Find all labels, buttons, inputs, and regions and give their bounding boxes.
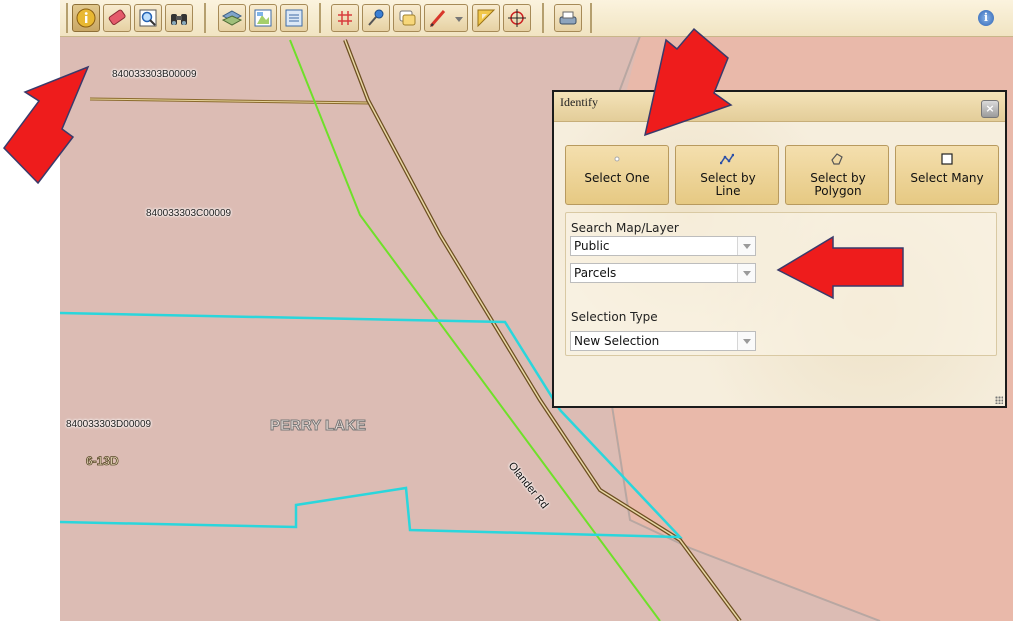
parcel-label: 840033303C00009 xyxy=(146,208,232,219)
point-icon xyxy=(566,152,668,166)
grid-button[interactable] xyxy=(331,4,359,32)
map-toolbar xyxy=(60,0,1013,37)
layers-icon xyxy=(221,10,243,26)
line-icon xyxy=(676,152,778,166)
selection-type-label: Selection Type xyxy=(571,310,658,324)
selection-type-value: New Selection xyxy=(574,334,660,348)
map-select[interactable]: Public xyxy=(570,236,756,256)
print-icon xyxy=(559,11,577,25)
parcel-label: 840033303D00009 xyxy=(66,419,152,430)
chevron-down-icon[interactable] xyxy=(737,264,755,282)
crosshair-icon xyxy=(508,9,526,27)
locate-button[interactable] xyxy=(503,4,531,32)
note-button[interactable] xyxy=(393,4,421,32)
select-many-button[interactable]: Select Many xyxy=(895,145,999,205)
table-icon xyxy=(285,9,303,27)
layers-button[interactable] xyxy=(218,4,246,32)
eraser-icon xyxy=(108,9,126,26)
legend-button[interactable] xyxy=(249,4,277,32)
pushpin-icon xyxy=(368,9,384,26)
toolbar-separator xyxy=(204,3,206,33)
pushpin-button[interactable] xyxy=(362,4,390,32)
select-by-polygon-button[interactable]: Select by Polygon xyxy=(785,145,889,205)
chevron-down-icon[interactable] xyxy=(737,237,755,255)
pen-icon xyxy=(429,10,446,27)
table-button[interactable] xyxy=(280,4,308,32)
section-code-label: 6-13D xyxy=(86,454,119,469)
eraser-button[interactable] xyxy=(103,4,131,32)
resize-grip[interactable] xyxy=(995,396,1003,404)
select-many-label: Select Many xyxy=(910,171,984,185)
toolbar-separator xyxy=(542,3,544,33)
select-one-label: Select One xyxy=(584,171,650,185)
layer-select[interactable]: Parcels xyxy=(570,263,756,283)
binoculars-icon xyxy=(171,14,187,25)
map-app: i 840033303B00009 840033303C00009 840033… xyxy=(0,0,1013,621)
draw-dropdown-button[interactable] xyxy=(424,4,468,32)
chevron-down-icon xyxy=(455,17,463,22)
identify-title: Identify xyxy=(560,95,598,109)
select-by-line-label: Select by Line xyxy=(700,171,756,198)
identify-panel: Identify × Select One Select by Line Sel… xyxy=(552,90,1007,408)
toolbar-separator xyxy=(590,3,592,33)
chevron-down-icon[interactable] xyxy=(737,332,755,350)
select-by-polygon-label: Select by Polygon xyxy=(810,171,866,198)
parcel-label: 840033303B00009 xyxy=(112,69,197,80)
info-icon[interactable]: i xyxy=(978,10,994,26)
print-button[interactable] xyxy=(554,4,582,32)
select-one-button[interactable]: Select One xyxy=(565,145,669,205)
rectangle-icon xyxy=(896,152,998,166)
zoom-icon xyxy=(139,9,157,27)
select-by-line-button[interactable]: Select by Line xyxy=(675,145,779,205)
polygon-icon xyxy=(786,152,888,166)
toolbar-separator xyxy=(319,3,321,33)
layer-select-value: Parcels xyxy=(574,266,617,280)
ruler-icon xyxy=(477,9,496,28)
legend-icon xyxy=(254,9,272,27)
search-options: Search Map/Layer Public Parcels Selectio… xyxy=(565,212,997,356)
lake-label: PERRY LAKE xyxy=(270,417,367,435)
selection-type-select[interactable]: New Selection xyxy=(570,331,756,351)
note-icon xyxy=(399,10,416,26)
search-map-layer-label: Search Map/Layer xyxy=(571,221,679,235)
identify-title-bar[interactable]: Identify xyxy=(554,92,1005,122)
measure-button[interactable] xyxy=(472,4,500,32)
find-button[interactable] xyxy=(165,4,193,32)
zoom-button[interactable] xyxy=(134,4,162,32)
toolbar-separator xyxy=(66,3,68,33)
identify-icon xyxy=(76,8,96,28)
map-select-value: Public xyxy=(574,239,610,253)
close-icon[interactable]: × xyxy=(981,100,999,118)
identify-button[interactable] xyxy=(72,4,100,32)
grid-icon xyxy=(338,11,352,25)
